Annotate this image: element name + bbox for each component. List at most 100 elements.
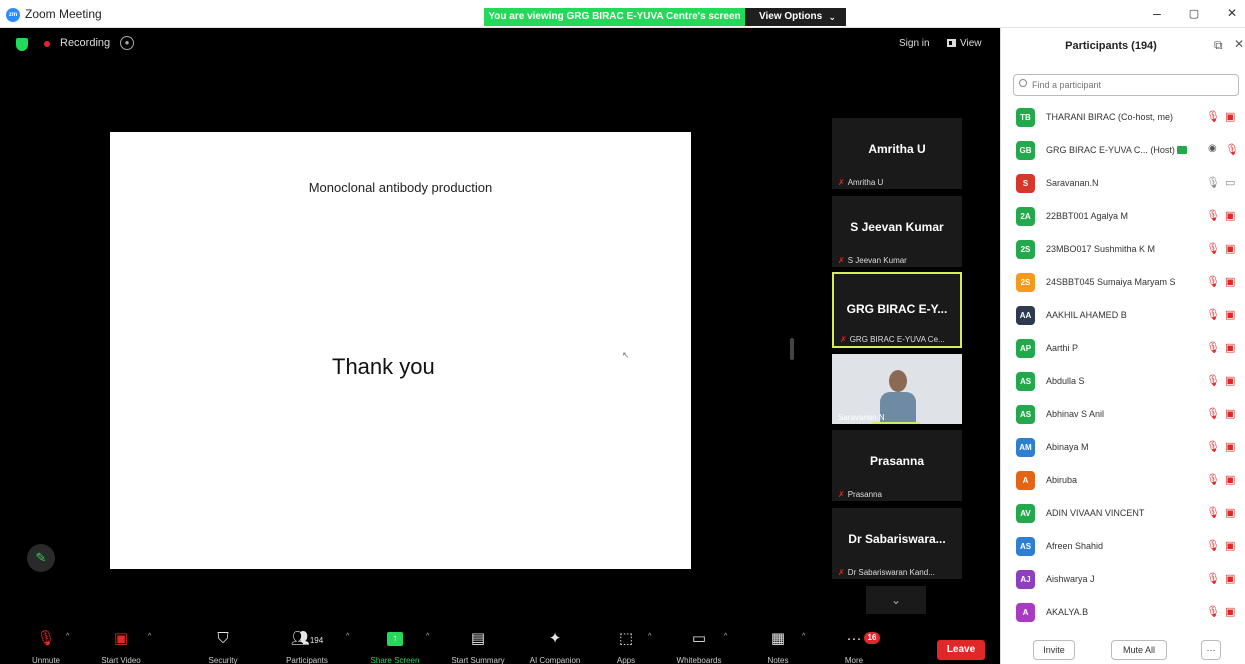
recording-label[interactable]: Recording — [60, 37, 110, 49]
video-off-icon[interactable]: ▣ — [1225, 539, 1235, 552]
mic-off-icon[interactable]: 🎙︎ — [1206, 374, 1220, 387]
participant-row[interactable]: AS Abdulla S 🎙︎ ▣ — [1001, 366, 1245, 399]
mic-off-icon[interactable]: 🎙︎ — [1206, 572, 1220, 585]
mic-off-icon[interactable]: 🎙︎ — [1206, 473, 1220, 486]
video-off-icon[interactable]: ▣ — [1225, 209, 1235, 222]
chevron-up-icon[interactable]: ^ — [648, 633, 651, 640]
unmute-button[interactable]: 🎙︎ Unmute ^ — [20, 630, 72, 664]
participant-row[interactable]: 2S 24SBBT045 Sumaiya Maryam S 🎙︎ ▣ — [1001, 267, 1245, 300]
video-off-icon[interactable]: ▣ — [1225, 440, 1235, 453]
video-off-icon[interactable]: ▣ — [1225, 308, 1235, 321]
start-video-button[interactable]: ▣ Start Video ^ — [90, 630, 152, 664]
mic-off-icon[interactable]: 🎙︎ — [1206, 407, 1220, 420]
participant-row[interactable]: 2S 23MBO017 Sushmitha K M 🎙︎ ▣ — [1001, 234, 1245, 267]
participant-search-input[interactable] — [1013, 74, 1239, 96]
mic-off-icon[interactable]: 🎙︎ — [1206, 242, 1220, 255]
chevron-down-icon: ⌄ — [828, 12, 836, 22]
mic-off-icon[interactable]: 🎙︎ — [1206, 275, 1220, 288]
participant-row[interactable]: AM Abinaya M 🎙︎ ▣ — [1001, 432, 1245, 465]
participant-row[interactable]: AJ Aishwarya J 🎙︎ ▣ — [1001, 564, 1245, 597]
invite-button[interactable]: Invite — [1033, 640, 1075, 660]
tile-label: ✗ Dr Sabariswaran Kand... — [838, 568, 935, 577]
participant-name: 23MBO017 Sushmitha K M — [1046, 244, 1156, 254]
mic-off-icon[interactable]: 🎙︎ — [1206, 341, 1220, 354]
video-off-icon[interactable]: ▣ — [1225, 341, 1235, 354]
mic-off-icon: ✗ — [838, 568, 845, 577]
participant-row[interactable]: AV ADIN VIVAAN VINCENT 🎙︎ ▣ — [1001, 498, 1245, 531]
participant-row[interactable]: TB THARANI BIRAC (Co-host, me) 🎙︎ ▣ — [1001, 102, 1245, 135]
whiteboards-button[interactable]: ▭ Whiteboards ^ — [666, 630, 732, 664]
video-tile[interactable]: S Jeevan Kumar ✗ S Jeevan Kumar — [832, 196, 962, 267]
mic-off-icon[interactable]: 🎙︎ — [1206, 440, 1220, 453]
annotate-pencil-icon[interactable]: ✎ — [27, 544, 55, 572]
shared-screen: Monoclonal antibody production Thank you… — [12, 132, 787, 569]
panel-resize-handle[interactable] — [790, 338, 794, 360]
restore-button[interactable]: ▢ — [1184, 7, 1204, 20]
mic-off-icon[interactable]: 🎙︎ — [1206, 209, 1220, 222]
participant-row[interactable]: S Saravanan.N 🎙︎ ▭ — [1001, 168, 1245, 201]
view-options-button[interactable]: View Options ⌄ — [745, 8, 846, 26]
video-tile[interactable]: Dr Sabariswara... ✗ Dr Sabariswaran Kand.… — [832, 508, 962, 579]
participant-row[interactable]: AS Afreen Shahid 🎙︎ ▣ — [1001, 531, 1245, 564]
video-off-icon[interactable]: ▣ — [1225, 275, 1235, 288]
avatar: S — [1016, 174, 1035, 193]
sign-in-link[interactable]: Sign in — [899, 38, 930, 49]
video-tile-active-speaker[interactable]: GRG BIRAC E-Y... ✗ GRG BIRAC E-YUVA Ce... — [832, 272, 962, 348]
recording-indicator-icon: ◉ — [1208, 143, 1217, 154]
video-off-icon[interactable]: ▣ — [1225, 506, 1235, 519]
minimize-button[interactable]: – — [1147, 5, 1167, 21]
mic-on-icon[interactable]: 🎙︎ — [1206, 176, 1220, 189]
chevron-up-icon[interactable]: ^ — [148, 633, 151, 640]
video-on-icon[interactable]: ▭ — [1225, 176, 1235, 189]
mic-off-icon[interactable]: 🎙︎ — [1206, 539, 1220, 552]
chevron-up-icon[interactable]: ^ — [346, 633, 349, 640]
mic-off-icon[interactable]: 🎙︎ — [1225, 143, 1239, 156]
mute-all-button[interactable]: Mute All — [1111, 640, 1167, 660]
ai-companion-button[interactable]: ✦ AI Companion — [520, 630, 590, 664]
video-off-icon[interactable]: ▣ — [1225, 473, 1235, 486]
more-options-button[interactable]: ··· — [1201, 640, 1221, 660]
security-button[interactable]: ⛉ Security — [198, 630, 248, 664]
video-off-icon[interactable]: ▣ — [1225, 374, 1235, 387]
apps-button[interactable]: ⬚ Apps ^ — [606, 630, 651, 664]
mic-off-icon[interactable]: 🎙︎ — [1206, 308, 1220, 321]
participant-row[interactable]: A AKALYA.B 🎙︎ ▣ — [1001, 597, 1245, 630]
participant-name: Aishwarya J — [1046, 574, 1095, 584]
participant-row[interactable]: AA AAKHIL AHAMED B 🎙︎ ▣ — [1001, 300, 1245, 333]
video-tile-camera[interactable]: Saravanan.N — [832, 354, 962, 424]
participant-row[interactable]: GB GRG BIRAC E-YUVA C... (Host) ◉ 🎙︎ — [1001, 135, 1245, 168]
leave-button[interactable]: Leave — [937, 640, 985, 660]
notes-button[interactable]: ▦ Notes ^ — [760, 630, 806, 664]
recording-settings-icon[interactable]: ● — [120, 36, 134, 50]
participants-button[interactable]: 👥︎194 Participants ^ — [274, 630, 349, 664]
avatar: A — [1016, 603, 1035, 622]
mic-off-icon[interactable]: 🎙︎ — [1206, 506, 1220, 519]
participant-row[interactable]: AS Abhinav S Anil 🎙︎ ▣ — [1001, 399, 1245, 432]
start-summary-button[interactable]: ▤ Start Summary — [440, 630, 516, 664]
chevron-up-icon[interactable]: ^ — [426, 633, 429, 640]
chevron-up-icon[interactable]: ^ — [66, 633, 69, 640]
close-icon[interactable]: ✕ — [1234, 37, 1244, 51]
chevron-up-icon[interactable]: ^ — [724, 633, 727, 640]
participant-row[interactable]: 2A 22BBT001 Agalya M 🎙︎ ▣ — [1001, 201, 1245, 234]
video-off-icon[interactable]: ▣ — [1225, 110, 1235, 123]
participant-name: AKALYA.B — [1046, 607, 1089, 617]
tile-name: GRG BIRAC E-Y... — [846, 302, 948, 316]
pop-out-icon[interactable]: ⧉ — [1214, 38, 1223, 53]
view-button[interactable]: View — [947, 38, 982, 49]
mic-off-icon[interactable]: 🎙︎ — [1206, 605, 1220, 618]
share-screen-button[interactable]: ↑ Share Screen ^ — [366, 630, 429, 664]
video-off-icon[interactable]: ▣ — [1225, 242, 1235, 255]
chevron-up-icon[interactable]: ^ — [802, 633, 805, 640]
video-off-icon[interactable]: ▣ — [1225, 407, 1235, 420]
gallery-scroll-down-button[interactable]: ⌄ — [866, 586, 926, 614]
video-tile[interactable]: Amritha U ✗ Amritha U — [832, 118, 962, 189]
video-off-icon[interactable]: ▣ — [1225, 605, 1235, 618]
video-off-icon[interactable]: ▣ — [1225, 572, 1235, 585]
video-tile[interactable]: Prasanna ✗ Prasanna — [832, 430, 962, 501]
shield-icon[interactable] — [16, 38, 28, 51]
participant-row[interactable]: AP Aarthi P 🎙︎ ▣ — [1001, 333, 1245, 366]
close-button[interactable]: ✕ — [1222, 6, 1242, 20]
mic-off-icon[interactable]: 🎙︎ — [1206, 110, 1220, 123]
participant-row[interactable]: A Abiruba 🎙︎ ▣ — [1001, 465, 1245, 498]
